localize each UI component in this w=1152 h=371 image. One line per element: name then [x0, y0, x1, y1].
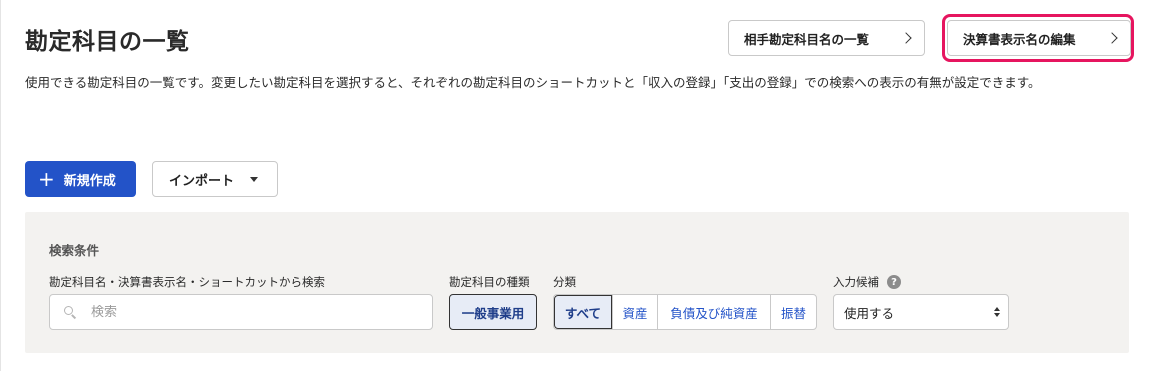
caret-down-icon	[250, 176, 259, 182]
page-description: 使用できる勘定科目の一覧です。変更したい勘定科目を選択すると、それぞれの勘定科目…	[25, 75, 1041, 90]
classification-assets[interactable]: 資産	[612, 295, 657, 329]
chevron-right-icon	[1106, 32, 1118, 44]
partner-account-list-button[interactable]: 相手勘定科目名の一覧	[728, 20, 925, 56]
input-candidate-label-group: 入力候補 ?	[833, 274, 901, 290]
edit-settlement-name-button[interactable]: 決算書表示名の編集	[947, 20, 1131, 56]
search-conditions-title: 検索条件	[49, 243, 100, 258]
search-box[interactable]	[49, 294, 433, 330]
new-account-button[interactable]: + 新規作成	[25, 161, 136, 197]
new-account-label: 新規作成	[63, 173, 116, 189]
search-field-label: 勘定科目名・決算書表示名・ショートカットから検索	[49, 275, 325, 289]
search-conditions-panel: 検索条件 勘定科目名・決算書表示名・ショートカットから検索 勘定科目の種類 分類…	[25, 212, 1129, 353]
classification-all[interactable]: すべて	[554, 295, 612, 329]
account-kind-label: 勘定科目の種類	[449, 275, 530, 289]
select-arrows-icon	[994, 307, 1000, 317]
classification-segmented-control: すべて 資産 負債及び純資産 振替	[553, 294, 817, 330]
help-icon[interactable]: ?	[887, 275, 901, 289]
classification-liabilities-equity[interactable]: 負債及び純資産	[657, 295, 770, 329]
partner-account-list-label: 相手勘定科目名の一覧	[744, 31, 870, 47]
account-kind-general-button[interactable]: 一般事業用	[449, 294, 537, 330]
input-candidate-value: 使用する	[844, 305, 895, 321]
import-label: インポート	[169, 173, 235, 189]
chevron-right-icon	[900, 32, 912, 44]
input-candidate-label: 入力候補	[833, 275, 879, 289]
plus-icon: +	[38, 167, 55, 191]
search-icon	[64, 305, 77, 319]
search-input[interactable]	[91, 304, 411, 320]
classification-label: 分類	[553, 275, 576, 289]
edit-settlement-name-label: 決算書表示名の編集	[963, 31, 1076, 47]
classification-transfer[interactable]: 振替	[770, 295, 816, 329]
input-candidate-select[interactable]: 使用する	[833, 294, 1009, 330]
page-title: 勘定科目の一覧	[25, 29, 190, 55]
import-dropdown-button[interactable]: インポート	[152, 161, 278, 197]
left-border	[0, 0, 1, 371]
